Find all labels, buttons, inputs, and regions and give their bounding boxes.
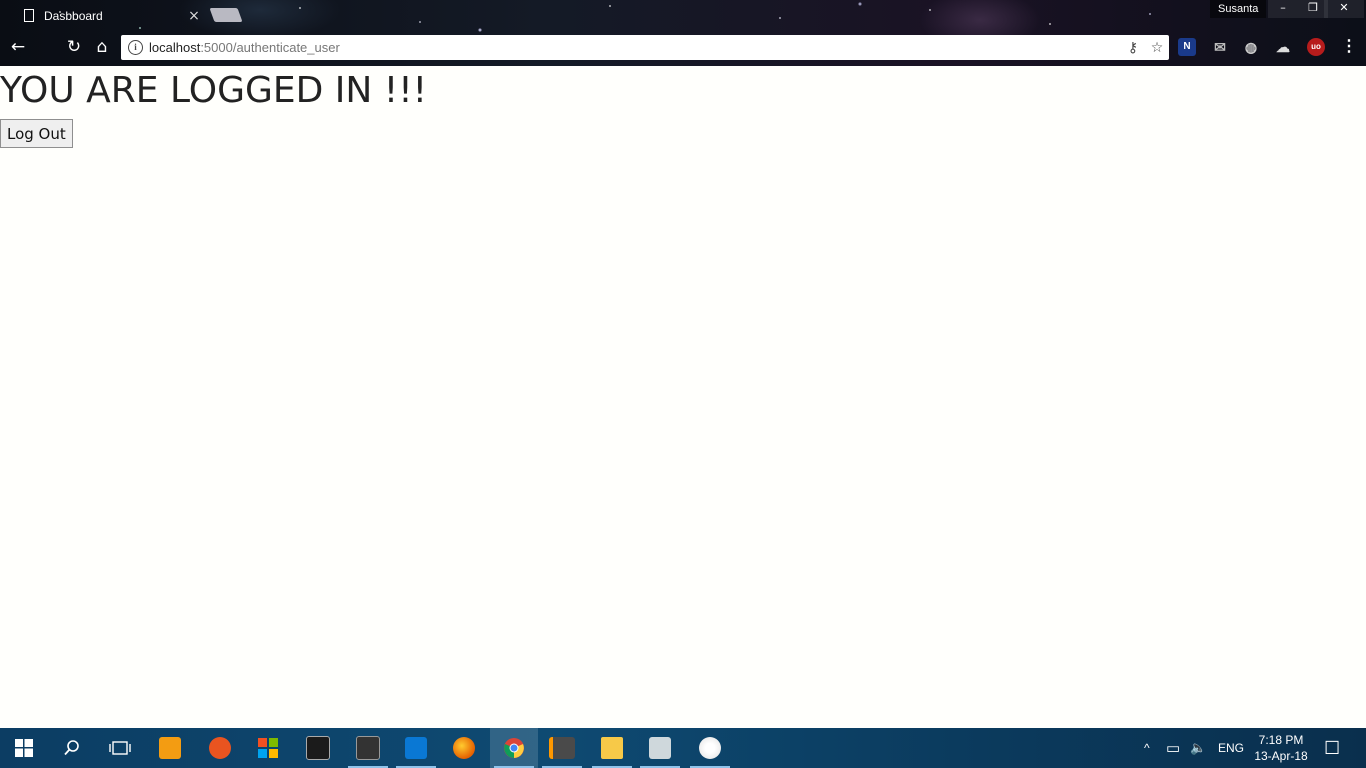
language-indicator[interactable]: ENG xyxy=(1218,728,1244,768)
taskbar-chrome[interactable] xyxy=(490,728,538,768)
notifications-icon[interactable]: ☐ xyxy=(1324,728,1340,768)
search-icon xyxy=(64,740,79,756)
url-text[interactable]: localhost:5000/authenticate_user xyxy=(149,40,1121,55)
taskbar-task-manager[interactable] xyxy=(636,728,684,768)
task-view-button[interactable] xyxy=(96,728,144,768)
start-button[interactable] xyxy=(0,728,48,768)
sublime-icon xyxy=(549,737,575,759)
clock-date: 13-Apr-18 xyxy=(1254,749,1308,763)
taskbar-file-explorer[interactable] xyxy=(588,728,636,768)
url-path: :5000/authenticate_user xyxy=(200,40,340,55)
clock-time: 7:18 PM xyxy=(1258,733,1304,747)
browser-tab[interactable]: Dasbboard × xyxy=(12,2,204,29)
store-icon xyxy=(258,738,278,758)
home-button[interactable]: ⌂ xyxy=(90,36,114,58)
ublock-extension-icon[interactable]: uo xyxy=(1307,38,1325,56)
extension-n-icon[interactable]: N xyxy=(1178,38,1196,56)
taskbar: ^ ▭ 🔈 ENG 7:18 PM 13-Apr-18 ☐ xyxy=(0,728,1366,768)
firefox-icon xyxy=(453,737,475,759)
taskbar-sublime[interactable] xyxy=(538,728,586,768)
extension-globe-icon[interactable]: ◍ xyxy=(1242,38,1260,56)
back-button[interactable]: ← xyxy=(6,36,30,58)
vscode-icon xyxy=(405,737,427,759)
minimize-button[interactable]: – xyxy=(1268,0,1298,18)
tab-close-icon[interactable]: × xyxy=(184,8,204,24)
taskbar-ubuntu[interactable] xyxy=(196,728,244,768)
log-out-button[interactable]: Log Out xyxy=(0,119,73,148)
info-icon[interactable]: i xyxy=(128,40,143,55)
taskbar-vscode[interactable] xyxy=(392,728,440,768)
new-tab-button[interactable] xyxy=(209,8,243,22)
media-player-icon xyxy=(159,737,181,759)
show-hidden-icons-chevron-icon[interactable]: ^ xyxy=(1144,728,1158,768)
close-window-button[interactable]: ✕ xyxy=(1324,0,1364,18)
page-icon xyxy=(24,9,34,22)
browser-chrome: Dasbboard × Susanta – ❐ ✕ ← ↻ ⌂ i localh… xyxy=(0,0,1366,66)
menu-icon[interactable]: ⋮ xyxy=(1340,38,1358,56)
bookmark-star-icon[interactable]: ☆ xyxy=(1145,40,1169,56)
task-manager-icon xyxy=(649,737,671,759)
taskbar-terminal[interactable] xyxy=(294,728,342,768)
search-button[interactable] xyxy=(48,728,96,768)
taskbar-media-player[interactable] xyxy=(146,728,194,768)
folder-icon xyxy=(601,737,623,759)
volume-icon[interactable]: 🔈 xyxy=(1190,728,1206,768)
taskbar-cmd[interactable] xyxy=(344,728,392,768)
taskbar-paint[interactable] xyxy=(686,728,734,768)
cmd-icon xyxy=(356,736,380,760)
taskbar-store[interactable] xyxy=(244,728,292,768)
page-heading: YOU ARE LOGGED IN !!! xyxy=(0,70,428,111)
chrome-icon xyxy=(504,738,524,758)
terminal-icon xyxy=(306,736,330,760)
ubuntu-icon xyxy=(209,737,231,759)
url-host: localhost xyxy=(149,40,201,55)
taskbar-firefox[interactable] xyxy=(440,728,488,768)
task-view-icon xyxy=(109,741,131,755)
page-content: YOU ARE LOGGED IN !!! Log Out xyxy=(0,66,1366,728)
network-icon[interactable]: ▭ xyxy=(1166,728,1180,768)
reload-button[interactable]: ↻ xyxy=(62,36,86,58)
paint-icon xyxy=(699,737,721,759)
clock[interactable]: 7:18 PM 13-Apr-18 xyxy=(1248,732,1314,764)
windows-logo-icon xyxy=(15,739,33,757)
profile-button[interactable]: Susanta xyxy=(1210,0,1267,18)
address-bar[interactable]: i localhost:5000/authenticate_user ⚷ ☆ xyxy=(121,35,1169,60)
cloud-extension-icon[interactable]: ☁ xyxy=(1274,38,1292,56)
key-icon[interactable]: ⚷ xyxy=(1121,40,1145,56)
mail-extension-icon[interactable]: ✉ xyxy=(1211,38,1229,56)
tab-title: Dasbboard xyxy=(44,8,103,23)
